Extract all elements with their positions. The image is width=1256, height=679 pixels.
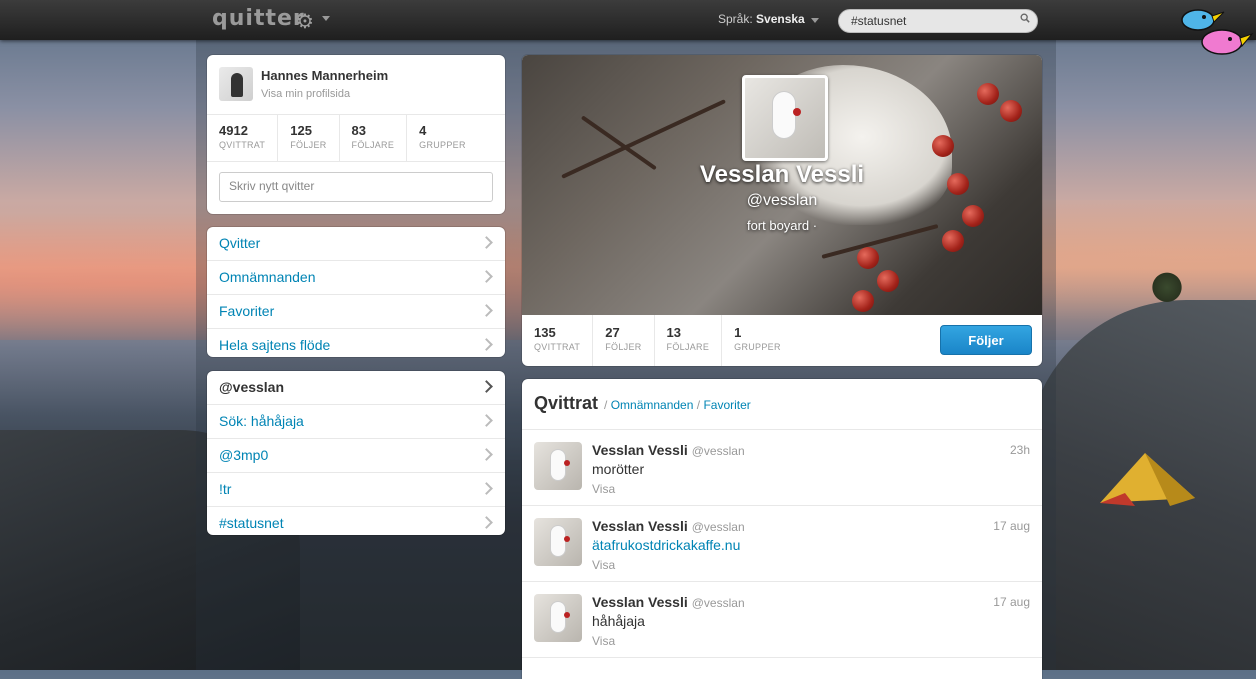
menu-item-hela-sajtens-flode[interactable]: Hela sajtens flöde <box>207 329 505 357</box>
language-label: Språk: <box>718 12 753 26</box>
timeline-tabs: / Omnämnanden / Favoriter <box>604 398 751 412</box>
tweet-handle: @vesslan <box>691 444 745 458</box>
chevron-right-icon <box>480 236 493 249</box>
avatar[interactable] <box>534 442 582 490</box>
birds-mascot-icon <box>1181 9 1254 55</box>
compose-input[interactable]: Skriv nytt qvitter <box>219 172 493 202</box>
tweet-author[interactable]: Vesslan Vessli @vesslan <box>592 518 745 534</box>
menu-item-favoriter[interactable]: Favoriter <box>207 295 505 329</box>
profile-handle: @vesslan <box>746 192 818 209</box>
tweet-link[interactable]: ätafrukostdrickakaffe.nu <box>592 537 740 553</box>
language-value: Svenska <box>756 12 805 26</box>
chevron-right-icon <box>480 516 493 529</box>
chevron-down-icon[interactable] <box>811 18 819 23</box>
tweet-author[interactable]: Vesslan Vessli @vesslan <box>592 442 745 458</box>
stat-foljare[interactable]: 13 FÖLJARE <box>655 315 723 366</box>
background-tent <box>1100 453 1195 506</box>
avatar[interactable] <box>219 67 253 101</box>
stat-grupper[interactable]: 4 GRUPPER <box>407 115 478 161</box>
chevron-right-icon <box>480 482 493 495</box>
menu-item-omnamnanden[interactable]: Omnämnanden <box>207 261 505 295</box>
tweet-author[interactable]: Vesslan Vessli @vesslan <box>592 594 745 610</box>
menu-item-statusnet[interactable]: #statusnet <box>207 507 505 535</box>
avatar[interactable] <box>534 594 582 642</box>
main-menu: Qvitter Omnämnanden Favoriter Hela sajte… <box>207 227 505 357</box>
search-box[interactable] <box>838 9 1038 33</box>
stat-grupper[interactable]: 1 GRUPPER <box>722 315 793 366</box>
tweet-time[interactable]: 17 aug <box>993 595 1030 609</box>
background-tree <box>1152 272 1182 306</box>
chevron-right-icon <box>480 448 493 461</box>
tweet-text: håhåjaja <box>592 613 645 629</box>
language-selector[interactable]: Språk: Svenska <box>718 12 805 26</box>
stat-qvittrat[interactable]: 135 QVITTRAT <box>522 315 594 366</box>
chevron-right-icon <box>480 414 493 427</box>
tweet-visa-link[interactable]: Visa <box>592 634 615 648</box>
menu-item-qvitter[interactable]: Qvitter <box>207 227 505 261</box>
stat-foljer[interactable]: 125 FÖLJER <box>278 115 340 161</box>
follow-button[interactable]: Följer <box>940 325 1032 355</box>
profile-fullname: Vesslan Vessli <box>699 161 865 188</box>
saved-streams-menu: @vesslan Sök: håhåjaja @3mp0 !tr #status… <box>207 371 505 535</box>
chevron-right-icon <box>480 338 493 351</box>
chevron-down-icon[interactable] <box>322 16 330 21</box>
tweet-handle: @vesslan <box>691 520 745 534</box>
profile-header: Vesslan Vessli @vesslan fort boyard · 13… <box>522 55 1042 366</box>
tweet-time[interactable]: 23h <box>1010 443 1030 457</box>
stat-qvittrat[interactable]: 4912 QVITTRAT <box>207 115 279 161</box>
tweet-handle: @vesslan <box>691 596 745 610</box>
gear-icon[interactable]: ⚙ <box>296 9 314 34</box>
menu-item-3mp0[interactable]: @3mp0 <box>207 439 505 473</box>
chevron-right-icon <box>480 380 493 393</box>
profile-name[interactable]: Hannes Mannerheim <box>261 68 388 83</box>
stat-foljare[interactable]: 83 FÖLJARE <box>340 115 408 161</box>
site-logo[interactable]: quitter <box>212 6 305 31</box>
profile-stats: 4912 QVITTRAT 125 FÖLJER 83 FÖLJARE 4 GRUPPE… <box>207 114 505 162</box>
tweet-item[interactable]: Vesslan Vessli @vesslan 23h morötter Visa <box>522 430 1042 506</box>
tweet-time[interactable]: 17 aug <box>993 519 1030 533</box>
timeline-title: Qvittrat <box>534 393 599 413</box>
profile-avatar[interactable] <box>742 75 828 161</box>
tweet-item[interactable]: Vesslan Vessli @vesslan 17 aug ätafrukost… <box>522 506 1042 582</box>
timeline-header: Qvittrat / Omnämnanden / Favoriter <box>522 379 1042 430</box>
chevron-right-icon <box>480 270 493 283</box>
search-icon[interactable] <box>1020 13 1030 23</box>
menu-item-vesslan[interactable]: @vesslan <box>207 371 505 405</box>
menu-item-tr[interactable]: !tr <box>207 473 505 507</box>
my-profile-card: Hannes Mannerheim Visa min profilsida 49… <box>207 55 505 214</box>
view-profile-link[interactable]: Visa min profilsida <box>261 88 350 100</box>
chevron-right-icon <box>480 304 493 317</box>
tab-omnamnanden[interactable]: Omnämnanden <box>611 398 694 412</box>
stat-foljer[interactable]: 27 FÖLJER <box>593 315 655 366</box>
avatar[interactable] <box>534 518 582 566</box>
profile-location: fort boyard · <box>746 218 818 233</box>
top-bar: quitter ⚙ Språk: Svenska <box>0 0 1256 40</box>
search-input[interactable] <box>849 13 1013 29</box>
menu-item-search-hahajaja[interactable]: Sök: håhåjaja <box>207 405 505 439</box>
tab-favoriter[interactable]: Favoriter <box>703 398 750 412</box>
timeline: Qvittrat / Omnämnanden / Favoriter Vessl… <box>522 379 1042 679</box>
tweet-item[interactable]: Vesslan Vessli @vesslan 17 aug håhåjaja V… <box>522 582 1042 658</box>
tweet-visa-link[interactable]: Visa <box>592 482 615 496</box>
tweet-text: morötter <box>592 461 645 477</box>
tweet-visa-link[interactable]: Visa <box>592 558 615 572</box>
